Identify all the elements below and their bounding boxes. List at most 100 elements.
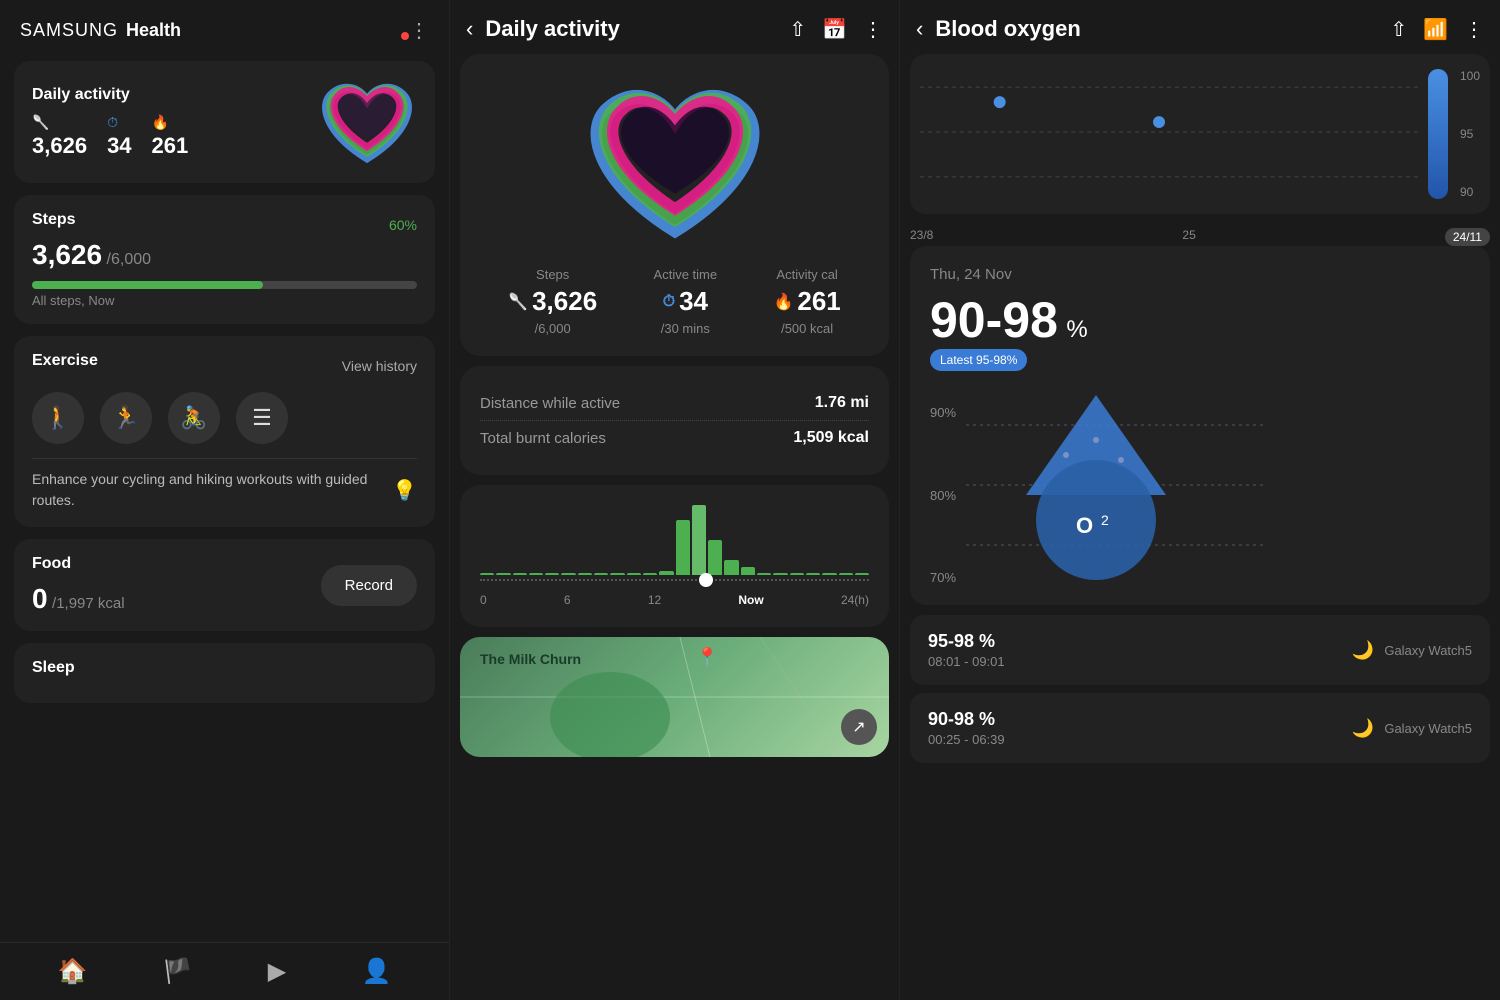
- chart-bar: [578, 573, 592, 575]
- steps-value-display: 3,626 /6,000: [32, 239, 417, 271]
- reading-device-2: Galaxy Watch5: [1384, 721, 1472, 736]
- heart-stats-row: Steps 🥄 3,626 /6,000 Active time ⏱ 34 /3…: [480, 267, 869, 336]
- blood-graph-svg: [920, 67, 1418, 197]
- svg-text:O: O: [1076, 513, 1093, 538]
- chart-label-12: 12: [648, 593, 661, 607]
- nav-bookmark-button[interactable]: 🏴: [163, 957, 193, 986]
- chart-bar: [610, 573, 624, 575]
- map-card[interactable]: The Milk Churn 📍 ↗: [460, 637, 889, 757]
- panel2-header: ‹ Daily activity ⇧ 📅 ⋮: [450, 0, 899, 54]
- reading-right-1: 🌙 Galaxy Watch5: [1352, 640, 1472, 661]
- detail-card: Distance while active 1.76 mi Total burn…: [460, 366, 889, 475]
- food-card[interactable]: Food 0 /1,997 kcal Record: [14, 539, 435, 631]
- drop-svg: O 2: [966, 385, 1470, 585]
- samsung-label: SAMSUNG: [20, 20, 118, 41]
- food-value: 0: [32, 583, 48, 614]
- reading-time-1: 08:01 - 09:01: [928, 654, 1005, 669]
- graph-right-panel: 100 95 90: [1418, 69, 1480, 199]
- panel-samsung-health: SAMSUNG Health ⋮ Daily activity 🥄 3,626 …: [0, 0, 450, 1000]
- blood-range-value: 90-98: [930, 292, 1058, 348]
- health-label: Health: [126, 20, 181, 41]
- blood-more-icon[interactable]: ⋮: [1464, 17, 1484, 42]
- panel1-header: SAMSUNG Health ⋮: [0, 0, 449, 55]
- calories-icon: 🔥: [152, 114, 169, 131]
- active-value: 34: [107, 133, 131, 159]
- reading-item-2[interactable]: 90-98 % 00:25 - 06:39 🌙 Galaxy Watch5: [910, 693, 1490, 763]
- reading-left-2: 90-98 % 00:25 - 06:39: [928, 709, 1005, 747]
- sleep-card[interactable]: Sleep: [14, 643, 435, 703]
- steps-card[interactable]: Steps 60% 3,626 /6,000 All steps, Now: [14, 195, 435, 324]
- x-label-23-8: 23/8: [910, 228, 933, 246]
- share-icon[interactable]: ⇧: [789, 17, 806, 42]
- active-label: Active time: [654, 267, 718, 282]
- large-heart-graphic: [580, 74, 770, 249]
- daily-activity-card[interactable]: Daily activity 🥄 3,626 ⏱ 34 🔥 261: [14, 61, 435, 183]
- y-label-100: 100: [1460, 69, 1480, 83]
- reading-device-1: Galaxy Watch5: [1384, 643, 1472, 658]
- nav-home-button[interactable]: 🏠: [58, 957, 88, 986]
- record-food-button[interactable]: Record: [321, 565, 417, 606]
- chart-bar: [741, 567, 755, 575]
- nav-play-button[interactable]: ▶: [268, 957, 286, 986]
- panel3-header: ‹ Blood oxygen ⇧ 📶 ⋮: [900, 0, 1500, 54]
- reading-left-1: 95-98 % 08:01 - 09:01: [928, 631, 1005, 669]
- daily-activity-left: Daily activity 🥄 3,626 ⏱ 34 🔥 261: [32, 86, 317, 159]
- calories-stat: 🔥 261: [152, 114, 189, 159]
- activity-stats: 🥄 3,626 ⏱ 34 🔥 261: [32, 114, 317, 159]
- blood-graph-card: 100 95 90: [910, 54, 1490, 214]
- panel1-menu-button[interactable]: ⋮: [409, 20, 429, 42]
- chart-label-24: 24(h): [841, 593, 869, 607]
- cal-stat-value: 261: [797, 286, 840, 317]
- walk-button[interactable]: 🚶: [32, 392, 84, 444]
- panel3-back-button[interactable]: ‹: [916, 16, 923, 42]
- steps-percent: 60%: [389, 217, 417, 233]
- active-stat-value: 34: [679, 286, 708, 317]
- chart-bar: [545, 573, 559, 575]
- run-button[interactable]: 🏃: [100, 392, 152, 444]
- cal-big: 🔥 261: [773, 286, 840, 317]
- list-button[interactable]: ☰: [236, 392, 288, 444]
- panel2-title: Daily activity: [485, 16, 777, 42]
- steps-stat-value: 3,626: [532, 286, 597, 317]
- panel2-content: Steps 🥄 3,626 /6,000 Active time ⏱ 34 /3…: [450, 54, 899, 1000]
- chart-bar: [480, 573, 494, 575]
- active-stat-icon: ⏱: [663, 293, 675, 311]
- reading-right-2: 🌙 Galaxy Watch5: [1352, 718, 1472, 739]
- y-label-95: 95: [1460, 127, 1480, 141]
- distance-label: Distance while active: [480, 395, 620, 412]
- panel2-back-button[interactable]: ‹: [466, 16, 473, 42]
- blood-bars-icon[interactable]: 📶: [1423, 17, 1448, 42]
- drop-chart-container: 90% 80% 70%: [930, 385, 1470, 585]
- steps-progress-bg: [32, 281, 417, 289]
- cal-stat-icon: 🔥: [773, 292, 793, 312]
- nav-profile-button[interactable]: 👤: [361, 957, 391, 986]
- chart-x-labels: 0 6 12 Now 24(h): [480, 593, 869, 607]
- steps-goal-label: /6,000: [107, 251, 151, 268]
- sleep-title: Sleep: [32, 659, 417, 677]
- cal-stat-sub: /500 kcal: [781, 321, 833, 336]
- food-goal: /1,997 kcal: [52, 595, 125, 612]
- reading-item-1[interactable]: 95-98 % 08:01 - 09:01 🌙 Galaxy Watch5: [910, 615, 1490, 685]
- steps-progress: [32, 281, 417, 289]
- map-share-button[interactable]: ↗: [841, 709, 877, 745]
- blood-range-row: 90-98 %: [930, 291, 1470, 349]
- drop-visual-area: O 2: [966, 385, 1470, 585]
- exercise-tip: Enhance your cycling and hiking workouts…: [32, 469, 417, 511]
- exercise-icon-row: 🚶 🏃 🚴 ☰: [32, 392, 417, 444]
- chart-area: [480, 505, 869, 585]
- calendar-icon[interactable]: 📅: [822, 17, 847, 42]
- moon-icon-2: 🌙: [1352, 718, 1374, 739]
- more-menu-icon[interactable]: ⋮: [863, 17, 883, 42]
- cycle-button[interactable]: 🚴: [168, 392, 220, 444]
- reading-time-2: 00:25 - 06:39: [928, 732, 1005, 747]
- panel3-title: Blood oxygen: [935, 16, 1378, 42]
- cal-label: Activity cal: [776, 267, 837, 282]
- chart-bar: [529, 573, 543, 575]
- daily-activity-title: Daily activity: [32, 86, 317, 104]
- blood-share-icon[interactable]: ⇧: [1390, 17, 1407, 42]
- exercise-card[interactable]: Exercise View history 🚶 🏃 🚴 ☰ Enhance yo…: [14, 336, 435, 527]
- steps-header: Steps 60%: [32, 211, 417, 239]
- graph-slider[interactable]: [1428, 69, 1448, 199]
- view-history-button[interactable]: View history: [342, 358, 417, 374]
- drop-label-80: 80%: [930, 488, 956, 503]
